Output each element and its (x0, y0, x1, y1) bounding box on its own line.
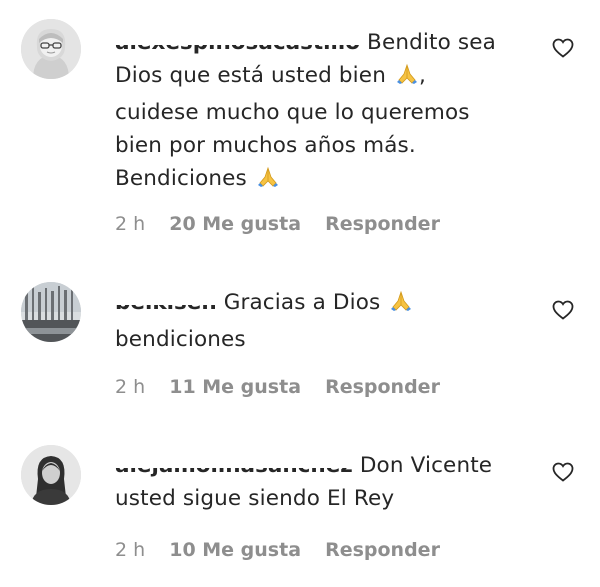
folded-hands-emoji-icon (389, 289, 413, 323)
reply-button[interactable]: Responder (325, 376, 440, 398)
reply-button[interactable]: Responder (325, 213, 440, 235)
comment-line: Dios que está usted bien (115, 63, 386, 88)
folded-hands-emoji-icon (256, 165, 280, 199)
comment-text: alexespinosacastillo Bendito sea Dios qu… (113, 26, 535, 199)
comment-line: Bendito sea (367, 30, 496, 55)
comment-meta: 2 h 10 Me gusta Responder (115, 539, 458, 561)
comment-line: usted sigue siendo El Rey (115, 486, 395, 511)
woman-with-glasses-avatar-icon (21, 19, 81, 79)
landscape-avatar-icon (21, 282, 81, 342)
username-redaction (113, 290, 219, 305)
avatar[interactable] (21, 445, 81, 505)
comment-line: Don Vicente (359, 453, 493, 478)
comment-time[interactable]: 2 h (115, 539, 145, 561)
comment-username[interactable]: alejamolinasanchez (113, 453, 355, 478)
heart-outline-icon (552, 38, 574, 58)
comment-meta: 2 h 11 Me gusta Responder (115, 376, 458, 398)
heart-outline-icon (552, 300, 574, 320)
likes-count[interactable]: 10 Me gusta (169, 539, 301, 561)
comment-line: Gracias a Dios (223, 290, 381, 315)
username-redaction (113, 453, 355, 468)
comment-username[interactable]: alexespinosacastillo (113, 30, 363, 55)
comment-time[interactable]: 2 h (115, 213, 145, 235)
comment-meta: 2 h 20 Me gusta Responder (115, 213, 458, 235)
like-button[interactable] (551, 36, 575, 60)
reply-button[interactable]: Responder (325, 539, 440, 561)
comment-text: alejamolinasanchez Don Vicente usted sig… (113, 449, 535, 515)
likes-count[interactable]: 11 Me gusta (169, 376, 301, 398)
comment-punctuation: , (418, 63, 426, 88)
like-button[interactable] (551, 298, 575, 322)
heart-outline-icon (552, 462, 574, 482)
comment-username[interactable]: belkisen (113, 290, 219, 315)
woman-avatar-icon (21, 445, 81, 505)
likes-count[interactable]: 20 Me gusta (169, 213, 301, 235)
comment-line: bien por muchos años más. (115, 133, 416, 158)
comment-line: cuidese mucho que lo queremos (115, 100, 470, 125)
avatar[interactable] (21, 282, 81, 342)
comment-line: bendiciones (115, 327, 246, 352)
avatar[interactable] (21, 19, 81, 79)
comment-time[interactable]: 2 h (115, 376, 145, 398)
comment-text: belkisen Gracias a Dios bendiciones (113, 286, 535, 356)
like-button[interactable] (551, 460, 575, 484)
username-redaction (113, 30, 363, 45)
comment-line: Bendiciones (115, 166, 247, 191)
folded-hands-emoji-icon (395, 62, 419, 96)
